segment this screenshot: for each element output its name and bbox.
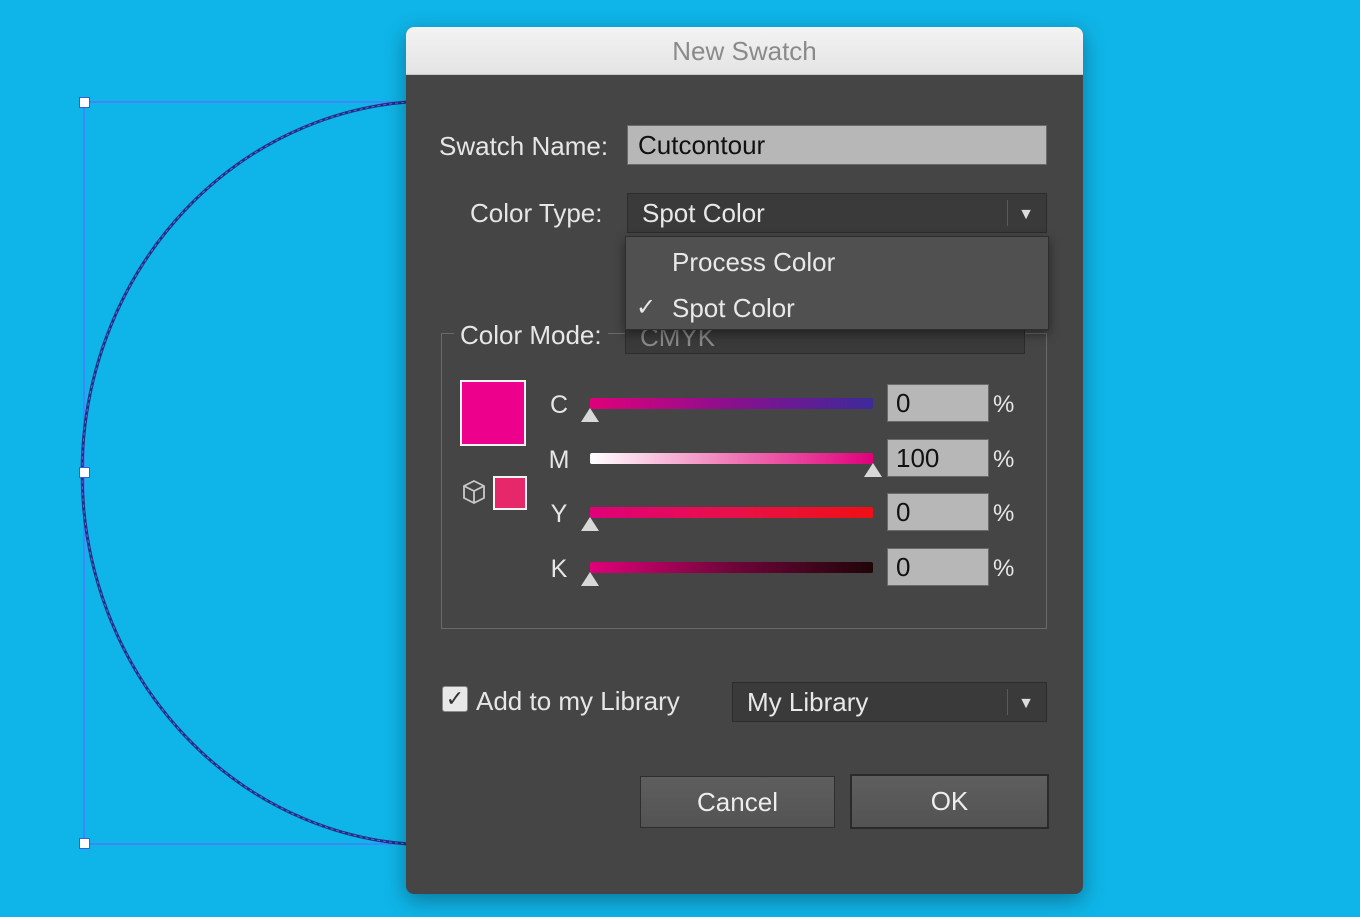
checkmark-icon: ✓ [636,294,657,321]
m-value-field[interactable]: 100 [887,439,989,477]
library-value: My Library [747,687,869,717]
selection-handle-bottom-left[interactable] [79,838,90,849]
ok-button[interactable]: OK [850,774,1049,829]
slider-c-thumb[interactable] [581,408,599,422]
checkmark-icon: ✓ [445,686,465,711]
menu-item-spot-color[interactable]: ✓ Spot Color [626,285,1048,331]
color-type-select[interactable]: Spot Color ▼ [627,193,1047,233]
menu-item-process-color[interactable]: Process Color [626,239,1048,285]
color-type-label: Color Type: [470,198,603,228]
color-type-value: Spot Color [642,198,765,228]
channel-c-label: C [549,391,569,419]
slider-k-track[interactable] [590,562,873,573]
m-percent-sign: % [993,446,1015,473]
color-preview-swatch [460,380,526,446]
channel-m-label: M [548,446,570,474]
slider-m-thumb[interactable] [864,463,882,477]
color-mode-label: Color Mode: [454,320,608,351]
chevron-down-icon: ▼ [1018,206,1034,223]
slider-k-thumb[interactable] [581,572,599,586]
c-value-field[interactable]: 0 [887,384,989,422]
k-value-field[interactable]: 0 [887,548,989,586]
slider-y-track[interactable] [590,507,873,518]
selection-handle-top-left[interactable] [79,97,90,108]
dialog-title: New Swatch [406,27,1083,75]
c-percent-sign: % [993,391,1015,418]
library-select[interactable]: My Library ▼ [732,682,1047,722]
y-percent-sign: % [993,500,1015,527]
swatch-name-input[interactable] [627,125,1047,165]
y-value-field[interactable]: 0 [887,493,989,531]
slider-c-track[interactable] [590,398,873,409]
color-type-dropdown-menu: Process Color ✓ Spot Color [625,236,1049,330]
out-of-gamut-swatch[interactable] [493,476,527,510]
chevron-down-icon: ▼ [1018,695,1034,712]
add-to-library-checkbox[interactable]: ✓ [442,686,468,712]
k-percent-sign: % [993,555,1015,582]
add-to-library-label: Add to my Library [476,686,680,716]
swatch-name-label: Swatch Name: [439,131,609,161]
slider-m-track[interactable] [590,453,873,464]
slider-y-thumb[interactable] [581,517,599,531]
selection-handle-middle-left[interactable] [79,467,90,478]
cube-icon[interactable] [460,478,488,506]
channel-k-label: K [550,555,568,583]
channel-y-label: Y [550,500,568,528]
circle-path [80,99,435,847]
cancel-button[interactable]: Cancel [640,776,835,828]
